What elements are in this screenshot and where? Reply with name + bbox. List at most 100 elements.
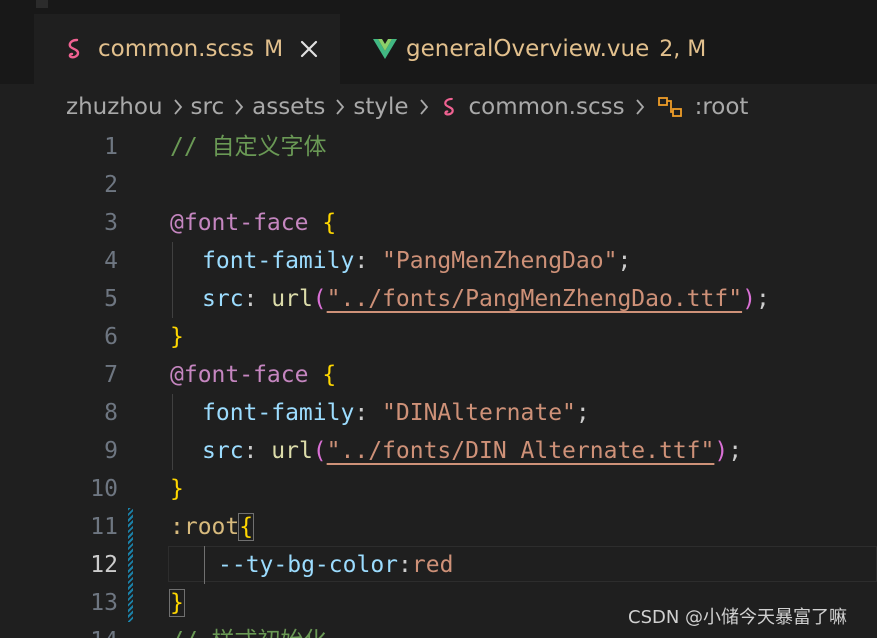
code-content: // 样式初始化 xyxy=(170,622,327,638)
breadcrumb-item-common-scss[interactable]: common.scss xyxy=(469,94,625,120)
code-string-link[interactable]: "../fonts/PangMenZhengDao.ttf" xyxy=(327,286,742,312)
chevron-right-icon xyxy=(234,98,244,116)
breadcrumb-item-style[interactable]: style xyxy=(353,94,408,120)
code-content: } xyxy=(169,584,185,622)
code-colon: : xyxy=(354,248,383,274)
indent-guide xyxy=(172,394,173,470)
code-string: "DINAlternate" xyxy=(382,400,576,426)
code-colon: : xyxy=(243,438,272,464)
code-line: 3 @font-face { xyxy=(0,204,877,242)
code-content: font-family: "PangMenZhengDao"; xyxy=(202,242,631,280)
breadcrumb-item-zhuzhou[interactable]: zhuzhou xyxy=(66,94,163,120)
code-property: src xyxy=(202,438,244,464)
code-paren: ( xyxy=(312,438,327,464)
code-line: 1 // 自定义字体 xyxy=(0,128,877,166)
line-number: 4 xyxy=(104,248,118,274)
code-paren: ) xyxy=(742,286,756,312)
code-paren: ( xyxy=(312,286,327,312)
gutter-modified-indicator[interactable] xyxy=(128,508,133,622)
tab-problems-badge: 2, M xyxy=(659,36,707,62)
line-number: 14 xyxy=(60,622,118,638)
tab-generaloverview-vue[interactable]: generalOverview.vue 2, M xyxy=(340,14,728,84)
line-number: 8 xyxy=(104,400,118,426)
code-selector: :root xyxy=(170,514,240,540)
code-brace: { xyxy=(322,362,337,388)
line-number: 12 xyxy=(90,552,118,578)
code-function: url xyxy=(271,286,313,312)
code-content: } xyxy=(170,470,184,508)
tab-label: common.scss xyxy=(98,36,255,62)
line-number: 3 xyxy=(104,210,118,236)
code-content: // 自定义字体 xyxy=(170,128,327,166)
code-property: font-family xyxy=(202,400,355,426)
line-number: 7 xyxy=(104,362,118,388)
tab-label: generalOverview.vue xyxy=(406,36,650,62)
tabbar-scroll-stub xyxy=(0,38,10,60)
line-number: 10 xyxy=(90,476,118,502)
tab-modified-badge: M xyxy=(264,36,284,62)
code-comment: // 样式初始化 xyxy=(170,628,327,638)
code-semicolon: ; xyxy=(728,438,743,464)
breadcrumb-item-src[interactable]: src xyxy=(191,94,225,120)
indent-guide-active xyxy=(204,546,205,584)
title-strip-mark xyxy=(36,0,48,8)
code-string-link[interactable]: "../fonts/DIN Alternate.ttf" xyxy=(327,438,715,464)
code-brace-matched: { xyxy=(238,513,255,541)
code-brace: { xyxy=(322,210,337,236)
code-at-rule: @font-face xyxy=(170,362,309,388)
line-number: 6 xyxy=(104,324,118,350)
chevron-right-icon xyxy=(173,98,183,116)
line-number: 9 xyxy=(104,438,118,464)
chevron-right-icon xyxy=(335,98,345,116)
close-icon[interactable] xyxy=(299,39,319,59)
code-line: 2 xyxy=(0,166,877,204)
code-editor[interactable]: 1 // 自定义字体 2 3 @font-face { 4 font-famil… xyxy=(0,128,877,638)
code-line: 8 font-family: "DINAlternate"; xyxy=(0,394,877,432)
code-paren: ) xyxy=(714,438,729,464)
code-line: 5 src: url("../fonts/PangMenZhengDao.ttf… xyxy=(0,280,877,318)
sass-icon xyxy=(62,37,88,61)
code-content: --ty-bg-color:red xyxy=(218,546,453,584)
code-content: } xyxy=(170,318,184,356)
line-number: 2 xyxy=(104,172,118,198)
code-semicolon: ; xyxy=(755,286,770,312)
code-colon: : xyxy=(354,400,383,426)
title-strip xyxy=(0,0,877,14)
code-semicolon: ; xyxy=(617,248,632,274)
code-value: red xyxy=(411,552,454,578)
code-property: font-family xyxy=(202,248,355,274)
code-custom-property: --ty-bg-color xyxy=(218,552,399,578)
code-brace: } xyxy=(170,476,184,502)
code-string: "PangMenZhengDao" xyxy=(382,248,618,274)
line-number: 11 xyxy=(90,514,118,540)
tab-bar: common.scss M generalOverview.vue 2, M xyxy=(0,14,877,84)
code-content: @font-face { xyxy=(170,356,336,394)
code-line: 9 src: url("../fonts/DIN Alternate.ttf")… xyxy=(0,432,877,470)
breadcrumb: zhuzhou src assets style common.scss :ro… xyxy=(66,84,748,130)
code-brace: } xyxy=(170,324,184,350)
code-content: @font-face { xyxy=(170,204,336,242)
chevron-right-icon xyxy=(635,98,645,116)
vue-icon xyxy=(372,37,398,61)
code-at-rule: @font-face xyxy=(170,210,309,236)
indent-guide xyxy=(172,242,173,318)
chevron-right-icon xyxy=(419,98,429,116)
code-content: src: url("../fonts/DIN Alternate.ttf"); xyxy=(202,432,742,470)
line-number: 5 xyxy=(104,286,118,312)
code-line: 7 @font-face { xyxy=(0,356,877,394)
line-number: 1 xyxy=(104,134,118,160)
code-line: 4 font-family: "PangMenZhengDao"; xyxy=(0,242,877,280)
code-content: font-family: "DINAlternate"; xyxy=(202,394,590,432)
code-line: 10 } xyxy=(0,470,877,508)
breadcrumb-item-root[interactable]: :root xyxy=(695,94,749,120)
sass-icon xyxy=(441,96,459,118)
code-function: url xyxy=(271,438,313,464)
code-colon: : xyxy=(398,552,412,578)
breadcrumb-item-assets[interactable]: assets xyxy=(252,94,325,120)
symbol-class-icon xyxy=(657,96,685,118)
code-property: src xyxy=(202,286,244,312)
code-content: src: url("../fonts/PangMenZhengDao.ttf")… xyxy=(202,280,770,318)
code-content: :root{ xyxy=(170,508,255,546)
watermark: CSDN @小储今天暴富了嘛 xyxy=(628,607,848,628)
tab-common-scss[interactable]: common.scss M xyxy=(34,14,340,84)
